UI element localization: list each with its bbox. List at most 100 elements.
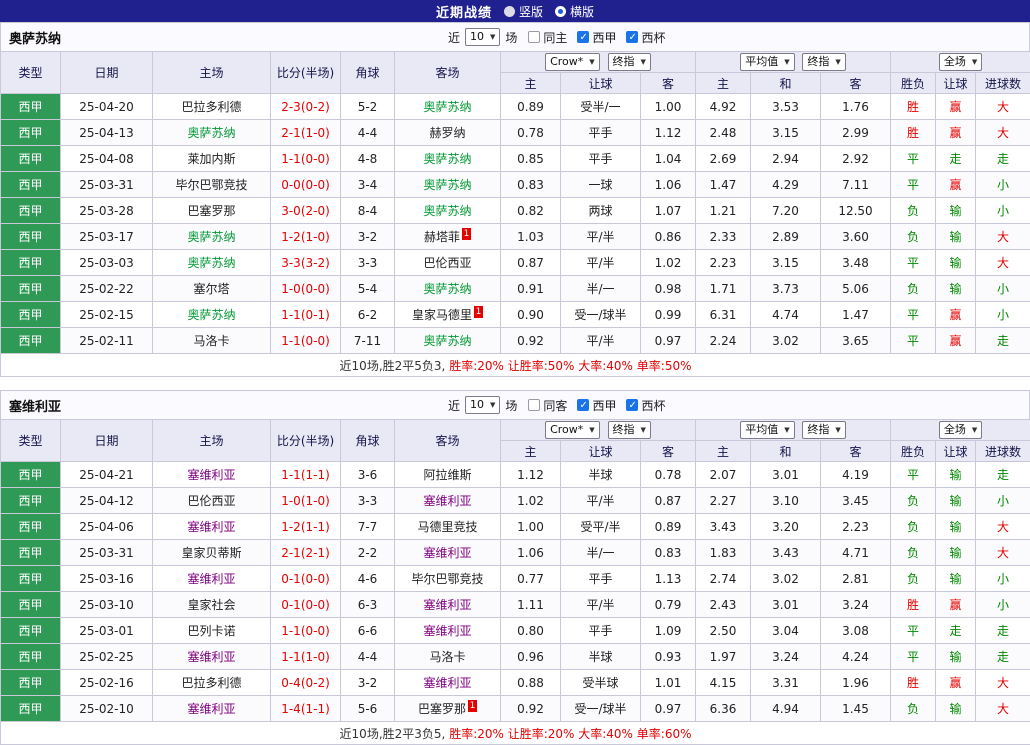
score-link[interactable]: 1-1(0-0) (281, 152, 330, 166)
date-cell: 25-02-10 (61, 696, 153, 722)
away-team-link[interactable]: 巴伦西亚 (423, 256, 471, 270)
score-link[interactable]: 2-1(1-0) (281, 126, 330, 140)
home-team-link[interactable]: 塞维利亚 (187, 650, 235, 664)
home-team-link[interactable]: 毕尔巴鄂竞技 (175, 178, 247, 192)
euro-final-odds-select[interactable]: 终指▼ (802, 53, 845, 71)
radio-circle-icon[interactable] (504, 6, 515, 17)
match-row: 西甲25-03-01巴列卡诺1-1(0-0)6-6塞维利亚0.80平手1.092… (1, 618, 1030, 644)
radio-circle-icon[interactable] (555, 6, 566, 17)
away-team-link[interactable]: 皇家马德里 (412, 308, 472, 322)
score-link[interactable]: 1-4(1-1) (281, 702, 330, 716)
checkbox-laliga[interactable]: 西甲 (577, 29, 616, 46)
score-link[interactable]: 1-1(0-0) (281, 334, 330, 348)
fulltime-select[interactable]: 全场▼ (939, 53, 982, 71)
away-team-link[interactable]: 赫罗纳 (429, 126, 465, 140)
away-team-link[interactable]: 塞维利亚 (423, 546, 471, 560)
checkbox-copa[interactable]: 西杯 (626, 29, 665, 46)
away-team-link[interactable]: 奥萨苏纳 (423, 204, 471, 218)
away-team-link[interactable]: 巴塞罗那 (418, 702, 466, 716)
score-link[interactable]: 1-1(0-1) (281, 308, 330, 322)
home-team-link[interactable]: 巴拉多利德 (181, 100, 241, 114)
score-link[interactable]: 1-2(1-1) (281, 520, 330, 534)
radio-vertical-layout[interactable]: 竖版 (504, 3, 543, 20)
score-link[interactable]: 1-1(1-1) (281, 468, 330, 482)
away-team-link[interactable]: 塞维利亚 (423, 676, 471, 690)
score-link[interactable]: 0-1(0-0) (281, 572, 330, 586)
home-team-link[interactable]: 奥萨苏纳 (187, 230, 235, 244)
checkbox-box[interactable] (577, 31, 589, 43)
checkbox-box[interactable] (626, 31, 638, 43)
score-link[interactable]: 1-1(0-0) (281, 624, 330, 638)
home-team-link[interactable]: 奥萨苏纳 (187, 126, 235, 140)
score-link[interactable]: 1-1(1-0) (281, 650, 330, 664)
home-team-link[interactable]: 奥萨苏纳 (187, 256, 235, 270)
asia-home-odds-cell: 0.83 (501, 172, 561, 198)
home-team-link[interactable]: 马洛卡 (193, 334, 229, 348)
score-link[interactable]: 2-3(0-2) (281, 100, 330, 114)
away-team-link[interactable]: 塞维利亚 (423, 624, 471, 638)
away-team-link[interactable]: 毕尔巴鄂竞技 (411, 572, 483, 586)
asia-final-odds-select[interactable]: 终指▼ (608, 421, 651, 439)
away-team-link[interactable]: 奥萨苏纳 (423, 334, 471, 348)
away-team-link[interactable]: 塞维利亚 (423, 494, 471, 508)
score-link[interactable]: 3-3(3-2) (281, 256, 330, 270)
checkbox-box[interactable] (528, 31, 540, 43)
home-team-link[interactable]: 巴塞罗那 (187, 204, 235, 218)
result-handicap-cell: 输 (936, 462, 976, 488)
home-team-link[interactable]: 皇家社会 (187, 598, 235, 612)
fulltime-select[interactable]: 全场▼ (939, 421, 982, 439)
home-team-link[interactable]: 巴列卡诺 (187, 624, 235, 638)
away-team-link[interactable]: 马德里竞技 (417, 520, 477, 534)
away-team-link[interactable]: 奥萨苏纳 (423, 282, 471, 296)
radio-label: 竖版 (519, 3, 543, 20)
score-link[interactable]: 2-1(2-1) (281, 546, 330, 560)
checkbox-box[interactable] (528, 399, 540, 411)
home-team-link[interactable]: 塞维利亚 (187, 572, 235, 586)
average-odds-select[interactable]: 平均值▼ (740, 53, 794, 71)
bookmaker-select[interactable]: Crow*▼ (545, 53, 600, 71)
home-team-link[interactable]: 塞维利亚 (187, 702, 235, 716)
home-team-cell: 皇家社会 (153, 592, 271, 618)
summary-record: 近10场,胜2平3负5, (340, 727, 446, 741)
bookmaker-select[interactable]: Crow*▼ (545, 421, 600, 439)
score-link[interactable]: 0-1(0-0) (281, 598, 330, 612)
score-link[interactable]: 1-0(1-0) (281, 494, 330, 508)
away-team-link[interactable]: 马洛卡 (429, 650, 465, 664)
average-odds-select[interactable]: 平均值▼ (740, 421, 794, 439)
checkbox-laliga[interactable]: 西甲 (577, 397, 616, 414)
away-team-link[interactable]: 赫塔菲 (424, 230, 460, 244)
home-team-link[interactable]: 莱加内斯 (187, 152, 235, 166)
home-team-link[interactable]: 奥萨苏纳 (187, 308, 235, 322)
home-team-link[interactable]: 塞尔塔 (193, 282, 229, 296)
checkbox-copa[interactable]: 西杯 (626, 397, 665, 414)
score-link[interactable]: 1-2(1-0) (281, 230, 330, 244)
away-team-link[interactable]: 阿拉维斯 (423, 468, 471, 482)
score-link[interactable]: 0-0(0-0) (281, 178, 330, 192)
away-team-link[interactable]: 奥萨苏纳 (423, 178, 471, 192)
euro-final-odds-select[interactable]: 终指▼ (802, 421, 845, 439)
home-team-link[interactable]: 皇家贝蒂斯 (181, 546, 241, 560)
games-count-select[interactable]: 10▼ (465, 28, 500, 46)
asia-final-odds-select[interactable]: 终指▼ (608, 53, 651, 71)
euro-draw-odds-cell: 7.20 (751, 198, 821, 224)
home-team-link[interactable]: 巴伦西亚 (187, 494, 235, 508)
score-link[interactable]: 3-0(2-0) (281, 204, 330, 218)
page-title: 近期战绩 (436, 2, 492, 21)
home-team-link[interactable]: 巴拉多利德 (181, 676, 241, 690)
home-team-link[interactable]: 塞维利亚 (187, 468, 235, 482)
checkbox-box[interactable] (577, 399, 589, 411)
score-link[interactable]: 1-0(0-0) (281, 282, 330, 296)
games-count-select[interactable]: 10▼ (465, 396, 500, 414)
away-team-link[interactable]: 奥萨苏纳 (423, 100, 471, 114)
home-team-link[interactable]: 塞维利亚 (187, 520, 235, 534)
radio-horizontal-layout[interactable]: 横版 (555, 3, 594, 20)
score-link[interactable]: 0-4(0-2) (281, 676, 330, 690)
checkbox-same-venue[interactable]: 同客 (528, 397, 567, 414)
away-team-link[interactable]: 塞维利亚 (423, 598, 471, 612)
asia-home-odds-cell: 0.91 (501, 276, 561, 302)
away-team-link[interactable]: 奥萨苏纳 (423, 152, 471, 166)
checkbox-box[interactable] (626, 399, 638, 411)
result-handicap-cell: 走 (936, 618, 976, 644)
corner-cell: 6-3 (341, 592, 395, 618)
checkbox-same-venue[interactable]: 同主 (528, 29, 567, 46)
